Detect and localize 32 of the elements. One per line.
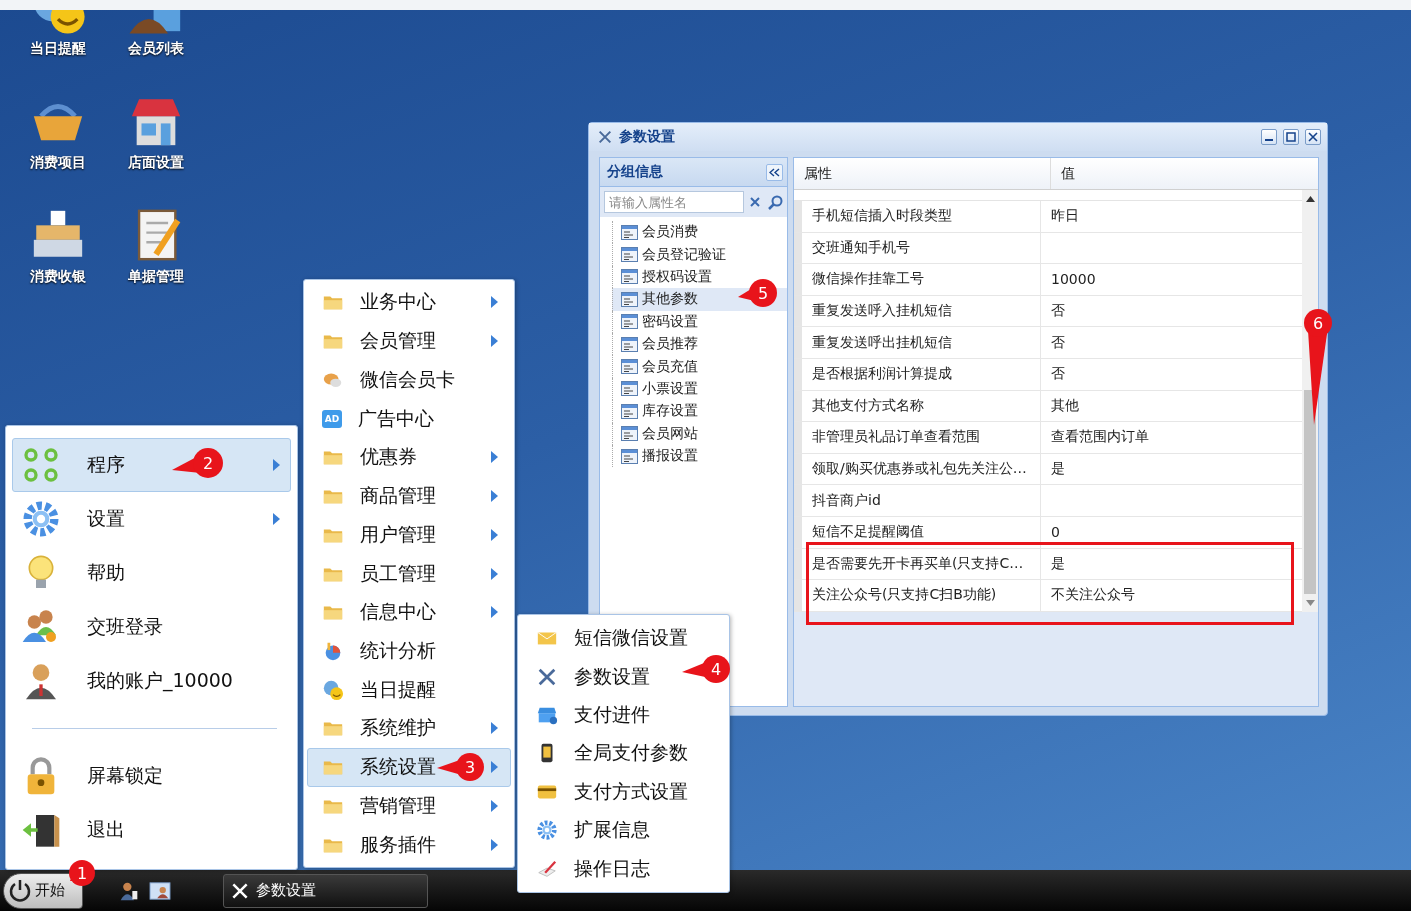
callout-tooltip: 2: [171, 447, 224, 479]
callout-tooltip: 5: [737, 278, 778, 308]
property-cell: 其他支付方式名称: [802, 390, 1041, 422]
callout-tooltip: 4: [681, 654, 731, 684]
value-cell-text: 0: [1050, 523, 1060, 543]
property-cell: 领取/购买优惠券或礼包先关注公…: [802, 453, 1041, 485]
property-cell: 是否需要先开卡再买单(只支持C…: [802, 548, 1041, 580]
value-cell-text: 10000: [1050, 270, 1096, 290]
property-cell: 微信操作挂靠工号: [802, 264, 1041, 295]
property-cell: 非管理员礼品订单查看范围: [802, 422, 1041, 453]
value-cell-text: 不关注公众号: [1050, 585, 1135, 605]
property-cell: 关注公众号(只支持C扫B功能): [802, 580, 1041, 611]
value-cell-text: 是: [1050, 553, 1065, 573]
property-cell: 交班通知手机号: [802, 232, 1041, 264]
value-cell-text: 否: [1050, 301, 1065, 321]
property-cell: 是否根据利润计算提成: [802, 358, 1041, 390]
property-cell: 重复发送呼入挂机短信: [802, 295, 1041, 327]
callout-tooltip: 3: [436, 752, 485, 782]
value-cell-text: 否: [1050, 364, 1065, 384]
value-cell-text: 否: [1050, 332, 1065, 352]
value-cell-text: 其他: [1050, 395, 1079, 415]
value-cell-text: 查看范围内订单: [1050, 427, 1149, 447]
callout-tooltip: 1: [68, 859, 96, 887]
value-cell-text: 是: [1050, 459, 1065, 479]
window-title: 参数设置: [619, 128, 676, 146]
property-cell: 重复发送呼出挂机短信: [802, 327, 1041, 358]
panel-title: 分组信息: [607, 163, 663, 181]
property-cell: 抖音商户id: [802, 485, 1041, 516]
value-cell-text: 昨日: [1050, 206, 1079, 226]
property-cell: 短信不足提醒阈值: [802, 516, 1041, 548]
property-cell: 手机短信插入时段类型: [802, 201, 1041, 232]
ad-icon: AD: [322, 409, 342, 428]
